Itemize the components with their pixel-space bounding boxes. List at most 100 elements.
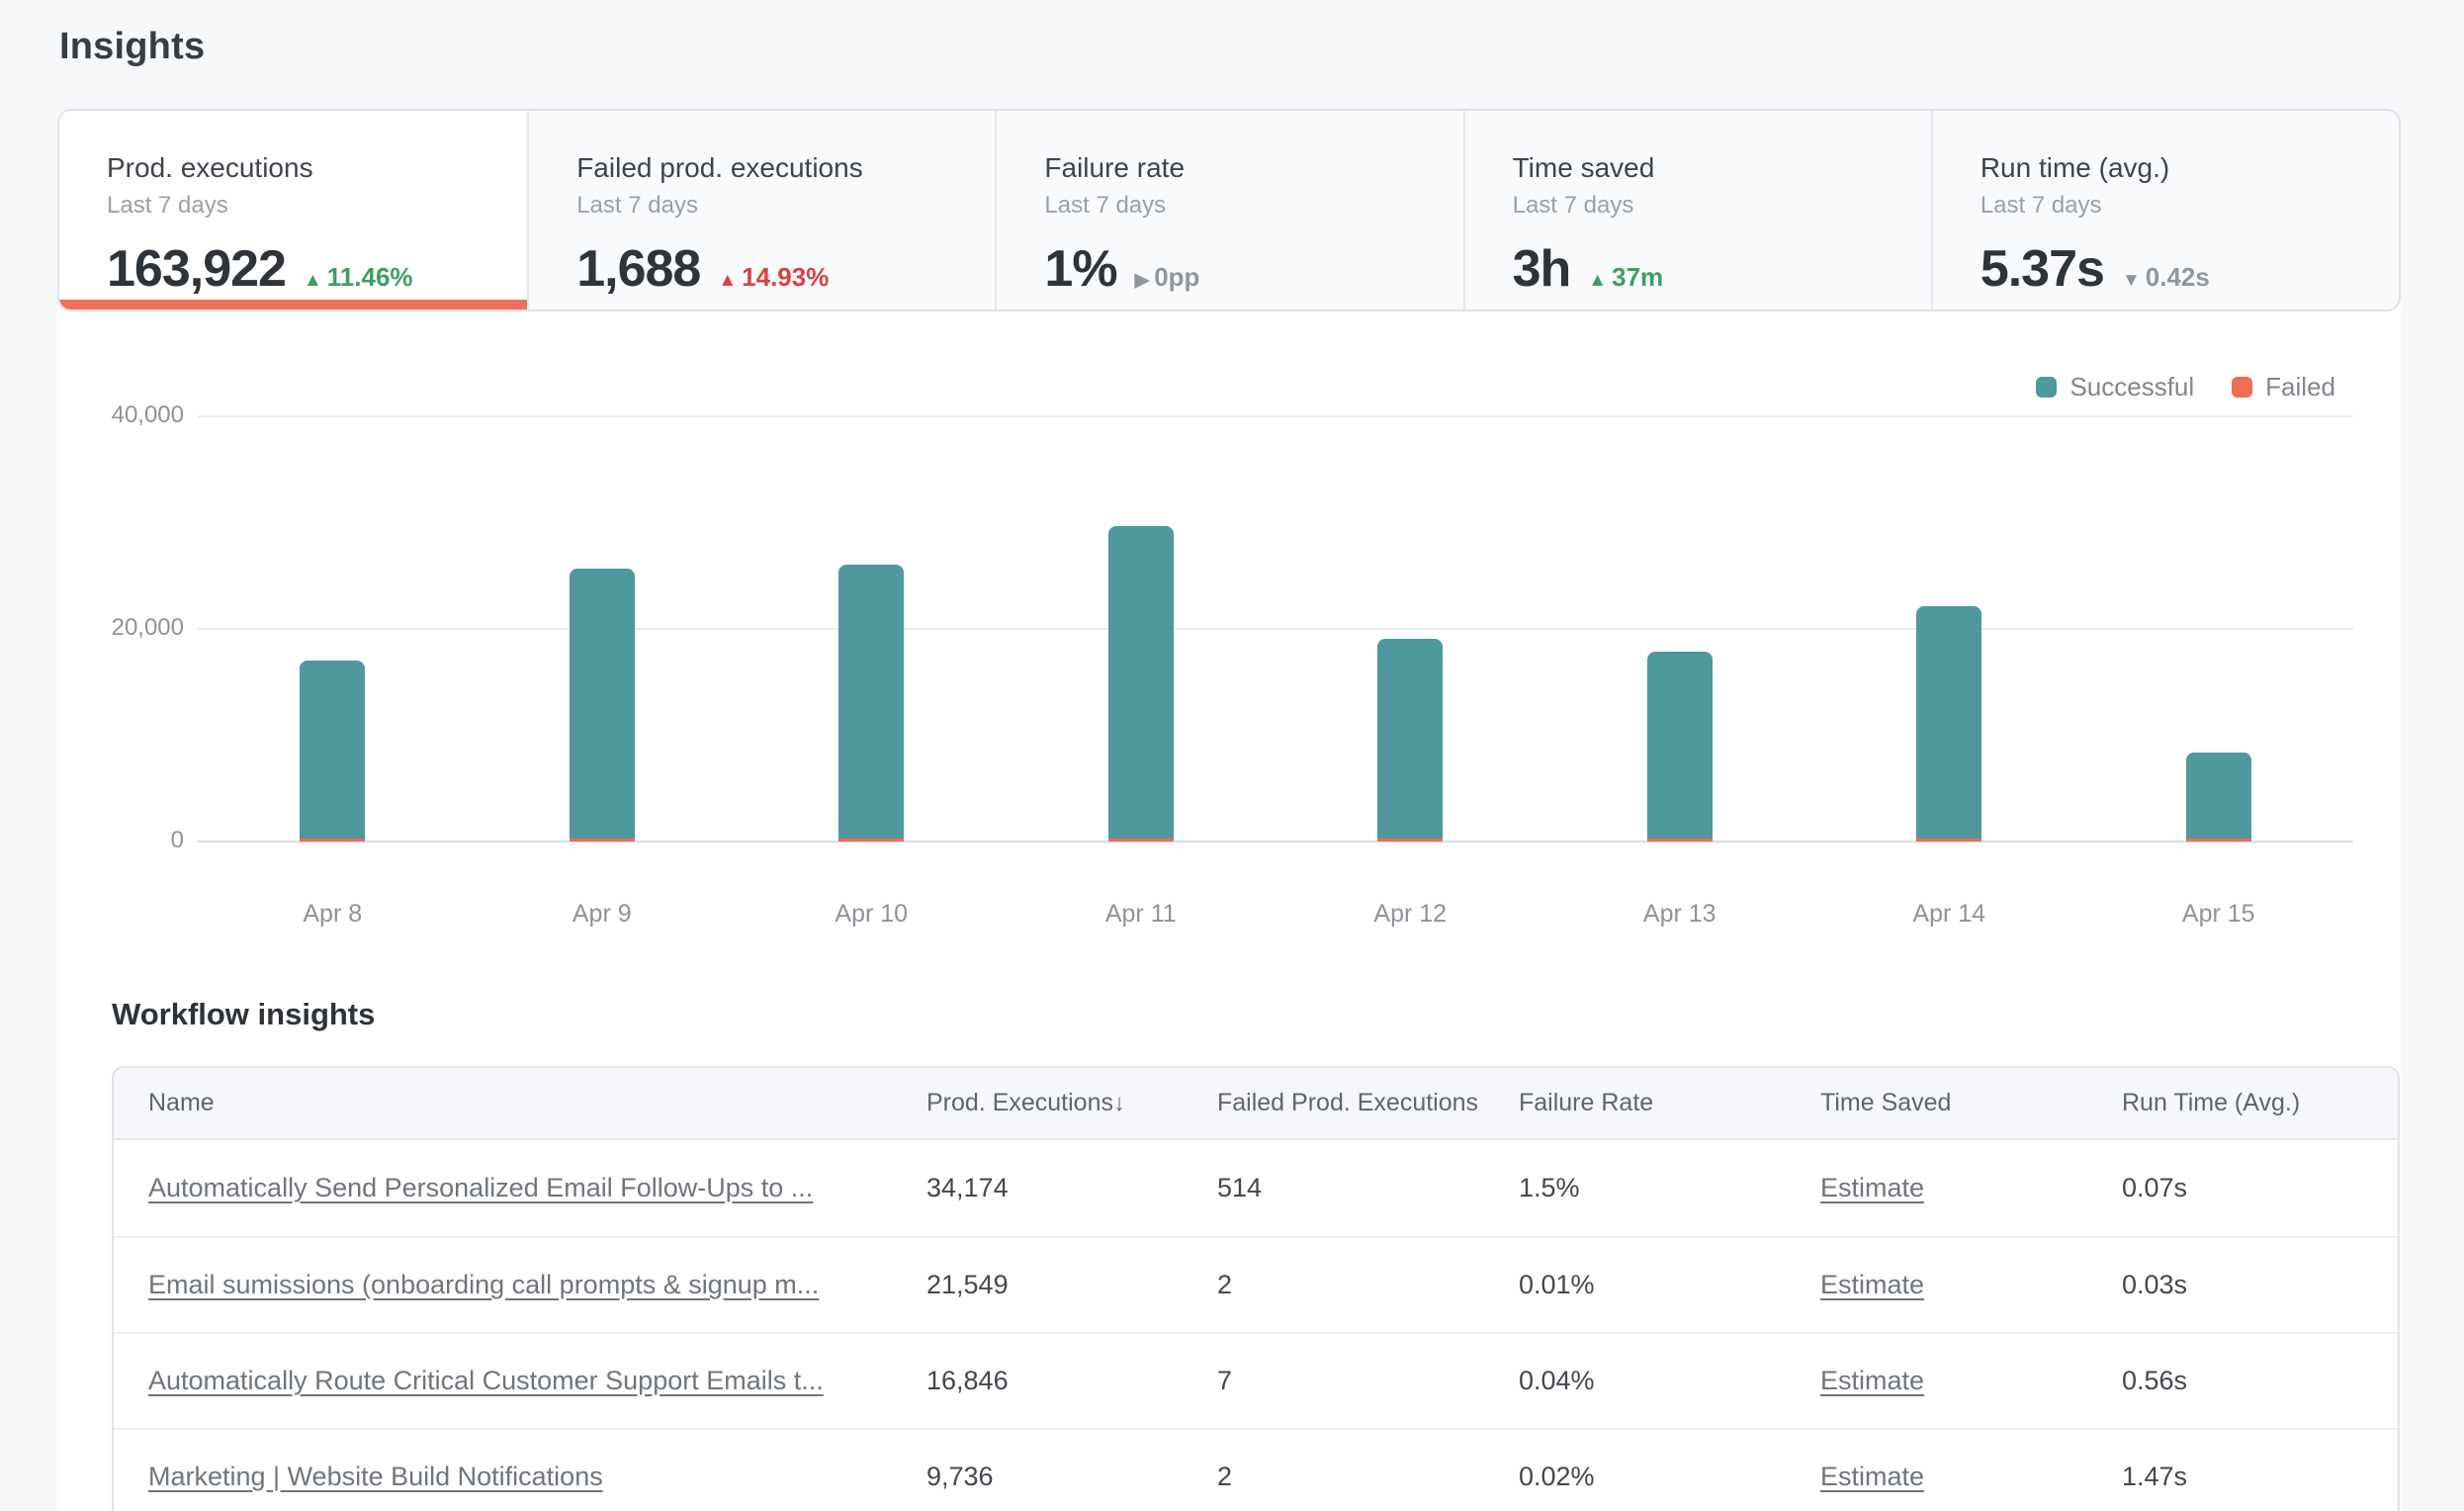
failed-prod-executions-value: 2 <box>1217 1462 1519 1492</box>
table-row: Automatically Send Personalized Email Fo… <box>114 1140 2398 1236</box>
failure-rate-value: 1.5% <box>1519 1173 1820 1203</box>
successful-swatch-icon <box>2036 377 2057 398</box>
failed-swatch-icon <box>2232 377 2252 398</box>
x-tick: Apr 10 <box>737 900 1007 929</box>
card-label: Time saved <box>1513 152 1931 184</box>
card-label: Run time (avg.) <box>1980 152 2399 184</box>
card-run-time-avg[interactable]: Run time (avg.) Last 7 days 5.37s ▼0.42s <box>1931 111 2399 310</box>
sort-desc-icon: ↓ <box>1113 1090 1125 1116</box>
x-tick: Apr 15 <box>2084 900 2354 929</box>
column-header-prod-executions[interactable]: Prod. Executions↓ <box>926 1089 1217 1117</box>
y-tick: 40,000 <box>57 401 184 429</box>
legend-item-successful[interactable]: Successful <box>2036 372 2194 402</box>
card-delta: ▶0pp <box>1135 262 1200 293</box>
trend-down-icon: ▼ <box>2122 270 2141 292</box>
estimate-link[interactable]: Estimate <box>1820 1270 1924 1299</box>
prod-executions-value: 21,549 <box>926 1270 1217 1300</box>
prod-executions-value: 16,846 <box>926 1366 1217 1396</box>
failed-prod-executions-value: 7 <box>1217 1366 1519 1396</box>
column-header-failed-prod-executions[interactable]: Failed Prod. Executions <box>1217 1089 1519 1117</box>
table-row: Marketing | Website Build Notifications … <box>114 1428 2398 1511</box>
card-delta: ▲11.46% <box>304 262 413 293</box>
failure-rate-value: 0.02% <box>1519 1462 1820 1492</box>
column-header-time-saved[interactable]: Time Saved <box>1820 1089 2122 1117</box>
trend-up-icon: ▲ <box>1588 270 1607 292</box>
workflow-name-link[interactable]: Automatically Send Personalized Email Fo… <box>148 1173 813 1202</box>
x-axis-labels: Apr 8 Apr 9 Apr 10 Apr 11 Apr 12 Apr 13 … <box>198 900 2353 929</box>
bar <box>570 569 635 842</box>
card-period: Last 7 days <box>1513 192 1931 220</box>
card-failure-rate[interactable]: Failure rate Last 7 days 1% ▶0pp <box>995 111 1462 310</box>
workflow-name-link[interactable]: Marketing | Website Build Notifications <box>148 1462 603 1491</box>
bar <box>838 565 904 842</box>
card-period: Last 7 days <box>576 192 995 220</box>
card-value: 1% <box>1044 239 1116 299</box>
table-header-row: Name Prod. Executions↓ Failed Prod. Exec… <box>114 1068 2398 1140</box>
card-delta: ▲14.93% <box>718 262 829 293</box>
y-tick: 0 <box>57 827 184 854</box>
trend-up-icon: ▲ <box>304 270 322 292</box>
x-tick: Apr 9 <box>468 900 738 929</box>
run-time-value: 0.03s <box>2122 1270 2398 1300</box>
legend-label: Successful <box>2069 372 2194 402</box>
workflow-name-link[interactable]: Automatically Route Critical Customer Su… <box>148 1366 824 1395</box>
card-label: Failed prod. executions <box>576 152 995 184</box>
card-value: 3h <box>1513 239 1571 299</box>
failed-prod-executions-value: 514 <box>1217 1173 1519 1203</box>
bar <box>1377 639 1443 842</box>
card-period: Last 7 days <box>1980 192 2399 220</box>
card-prod-executions[interactable]: Prod. executions Last 7 days 163,922 ▲11… <box>59 111 527 310</box>
page-title: Insights <box>59 26 205 68</box>
column-header-name[interactable]: Name <box>114 1089 926 1117</box>
estimate-link[interactable]: Estimate <box>1820 1173 1924 1202</box>
x-tick: Apr 13 <box>1545 900 1815 929</box>
card-value: 5.37s <box>1980 239 2104 299</box>
card-label: Failure rate <box>1044 152 1462 184</box>
failed-prod-executions-value: 2 <box>1217 1270 1519 1300</box>
estimate-link[interactable]: Estimate <box>1820 1462 1924 1491</box>
workflow-name-link[interactable]: Email sumissions (onboarding call prompt… <box>148 1270 819 1299</box>
bar <box>1647 652 1713 842</box>
card-period: Last 7 days <box>1044 192 1462 220</box>
column-header-failure-rate[interactable]: Failure Rate <box>1519 1089 1820 1117</box>
failure-rate-value: 0.01% <box>1519 1270 1820 1300</box>
selected-card-indicator <box>59 300 527 310</box>
run-time-value: 0.07s <box>2122 1173 2398 1203</box>
prod-executions-value: 9,736 <box>926 1462 1217 1492</box>
table-row: Automatically Route Critical Customer Su… <box>114 1332 2398 1428</box>
run-time-value: 0.56s <box>2122 1366 2398 1396</box>
summary-cards: Prod. executions Last 7 days 163,922 ▲11… <box>57 109 2401 311</box>
x-tick: Apr 12 <box>1276 900 1545 929</box>
prod-executions-value: 34,174 <box>926 1173 1217 1203</box>
failure-rate-value: 0.04% <box>1519 1366 1820 1396</box>
card-delta: ▲37m <box>1588 262 1663 293</box>
insights-panel: Prod. executions Last 7 days 163,922 ▲11… <box>57 109 2401 1511</box>
legend-item-failed[interactable]: Failed <box>2232 372 2335 402</box>
workflow-insights-heading: Workflow insights <box>112 997 375 1032</box>
card-failed-prod-executions[interactable]: Failed prod. executions Last 7 days 1,68… <box>527 111 995 310</box>
bar <box>1108 526 1174 842</box>
legend-label: Failed <box>2265 372 2335 402</box>
x-tick: Apr 8 <box>198 900 468 929</box>
workflow-insights-table: Name Prod. Executions↓ Failed Prod. Exec… <box>112 1066 2400 1511</box>
estimate-link[interactable]: Estimate <box>1820 1366 1924 1395</box>
chart-legend: Successful Failed <box>2036 372 2335 402</box>
bars-area <box>198 406 2353 842</box>
card-value: 1,688 <box>576 239 700 299</box>
bar <box>1916 606 1981 842</box>
trend-flat-icon: ▶ <box>1135 269 1150 292</box>
y-tick: 20,000 <box>57 614 184 642</box>
table-row: Email sumissions (onboarding call prompt… <box>114 1236 2398 1332</box>
card-label: Prod. executions <box>107 152 527 184</box>
trend-up-icon: ▲ <box>718 270 737 292</box>
card-time-saved[interactable]: Time saved Last 7 days 3h ▲37m <box>1463 111 1931 310</box>
x-tick: Apr 14 <box>1814 900 2084 929</box>
column-header-run-time[interactable]: Run Time (Avg.) <box>2122 1089 2398 1117</box>
card-period: Last 7 days <box>107 192 527 220</box>
run-time-value: 1.47s <box>2122 1462 2398 1492</box>
card-value: 163,922 <box>107 239 286 299</box>
x-tick: Apr 11 <box>1007 900 1276 929</box>
card-delta: ▼0.42s <box>2122 262 2210 293</box>
bar <box>300 661 365 842</box>
bar <box>2186 753 2251 842</box>
